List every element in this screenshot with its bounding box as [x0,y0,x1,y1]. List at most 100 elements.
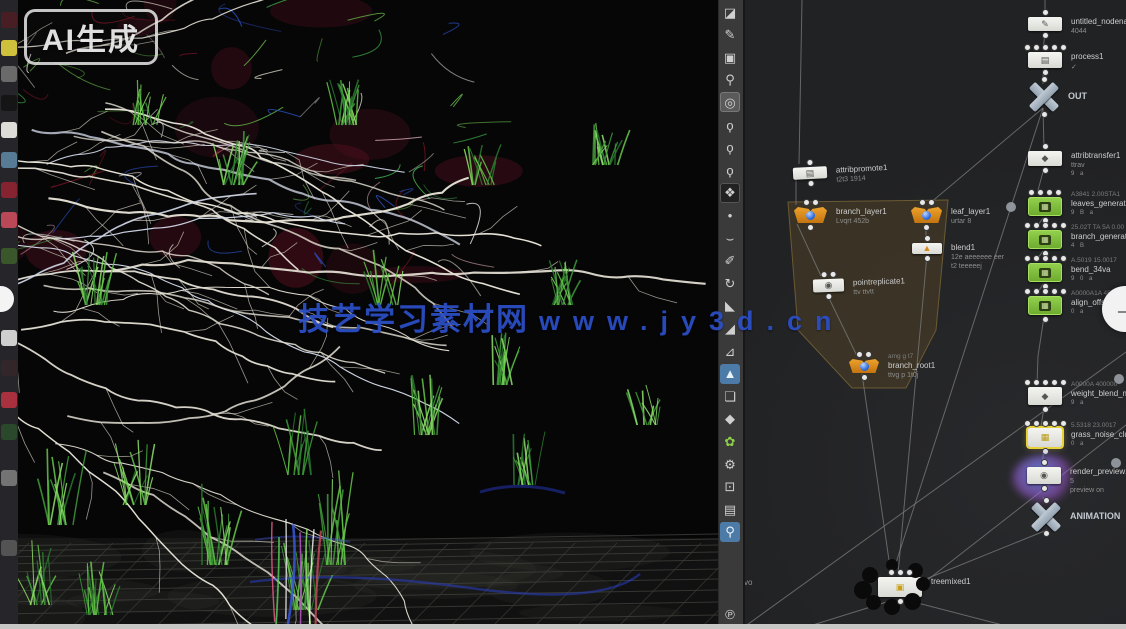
output-connector[interactable] [1044,531,1049,536]
graph-node-r1[interactable]: ✎untitled_nodename14044 [1028,17,1062,31]
output-connector[interactable] [1042,112,1047,117]
input-connector[interactable] [1034,289,1039,294]
shelf-icon[interactable] [1,424,17,440]
input-connector[interactable] [1034,223,1039,228]
input-connector[interactable] [1047,190,1052,195]
output-connector[interactable] [898,599,903,604]
node-body[interactable]: ▦ [1028,197,1062,216]
record-icon[interactable]: ⊡ [720,477,740,497]
input-connector[interactable] [1061,289,1066,294]
node-body[interactable]: ◆ [1028,387,1062,405]
output-connector[interactable] [808,181,813,186]
node-body[interactable]: ▦ [1028,263,1062,282]
input-connector[interactable] [1025,45,1030,50]
output-connector[interactable] [925,256,930,261]
input-connector[interactable] [1025,289,1030,294]
graph-node-r5[interactable]: ◆A0000A 400000weight_blend_mm9 a [1028,387,1062,405]
node-body[interactable]: ▦ [1028,230,1062,249]
node-body[interactable]: ▤ [793,166,828,180]
input-connector[interactable] [1043,10,1048,15]
input-connector[interactable] [898,570,903,575]
input-connector[interactable] [1038,190,1043,195]
graph-node-a[interactable]: ▤attribpromote1t2t3 1914 [793,166,828,180]
shelf-icon[interactable] [1,212,17,228]
input-connector[interactable] [920,200,925,205]
graph-node-rx2[interactable]: ANIMATION [1031,505,1061,529]
graph-node-g4[interactable]: ▦A0000A1A 45align_offset0 a [1028,296,1062,315]
shelf-icon[interactable] [1,248,17,264]
node-body[interactable]: ◉ [813,278,844,292]
input-connector[interactable] [1043,223,1048,228]
input-connector[interactable] [1061,45,1066,50]
snap-icon[interactable]: ◪ [720,2,740,22]
input-connector[interactable] [925,236,930,241]
node-body[interactable]: ◆ [1028,151,1062,166]
node-body[interactable] [849,359,879,373]
input-connector[interactable] [830,272,835,277]
graph-node-or[interactable]: leaf_layer1urtar 8 [911,207,942,223]
shelf-icon[interactable] [1,66,17,82]
node-body[interactable]: ▦ [1028,428,1062,447]
graph-node-b[interactable]: ◉pointreplicate1ttv ttvtt [813,278,844,292]
input-connector[interactable] [1061,421,1066,426]
input-connector[interactable] [813,200,818,205]
input-connector[interactable] [1052,380,1057,385]
input-connector[interactable] [821,272,826,277]
input-connector[interactable] [1025,380,1030,385]
input-connector[interactable] [1034,421,1039,426]
diamond-icon[interactable]: ◆ [720,409,740,429]
edit-pose-icon[interactable]: ✎ [720,25,740,45]
node-body[interactable]: ✎ [1028,17,1062,31]
graph-node-bn[interactable]: ▣treemixed1 [878,577,922,597]
graph-node-r2[interactable]: ▤process1✓ [1028,52,1062,68]
input-connector[interactable] [1025,421,1030,426]
input-connector[interactable] [1052,256,1057,261]
light-2-icon[interactable]: ϙ [720,138,740,158]
output-connector[interactable] [1043,70,1048,75]
input-connector[interactable] [1043,45,1048,50]
graph-node-r4[interactable]: ◆attribtransfer1ttrav9 a [1028,151,1062,166]
output-connector[interactable] [1043,33,1048,38]
graph-node-bl[interactable]: ▲blend112e aeeeeee eert2 teeeeej [912,243,942,254]
point-icon[interactable]: • [720,205,740,225]
graph-node-ol[interactable]: branch_layer1Lvqrt 452b [794,207,827,223]
input-connector[interactable] [866,352,871,357]
output-connector[interactable] [862,375,867,380]
screen-icon[interactable]: ▤ [720,499,740,519]
output-connector[interactable] [808,225,813,230]
input-connector[interactable] [1043,256,1048,261]
node-body[interactable] [911,207,942,223]
pin-handle-icon[interactable]: ⚲ [720,70,740,90]
shelf-icon[interactable] [1,152,17,168]
shelf-icon[interactable] [1,360,17,376]
input-connector[interactable] [1043,421,1048,426]
input-connector[interactable] [857,352,862,357]
shelf-icon[interactable] [1,540,17,556]
bbox-icon[interactable]: ❏ [720,386,740,406]
input-connector[interactable] [1034,45,1039,50]
graph-node-root[interactable]: amg g t7branch_root1ttvg p 1t0j [849,359,879,373]
input-connector[interactable] [907,570,912,575]
measure-icon[interactable]: ⊿ [720,341,740,361]
output-connector[interactable] [1043,449,1048,454]
shelf-icon[interactable] [1,95,17,111]
tool-icon[interactable]: ⚙ [720,454,740,474]
output-connector[interactable] [1043,317,1048,322]
input-connector[interactable] [1052,223,1057,228]
material-icon[interactable]: ❖ [720,183,740,203]
rotate-icon[interactable]: ↻ [720,273,740,293]
graph-node-g1[interactable]: ▦A3841 2.00STA1leaves_generate19 B a [1028,197,1062,216]
output-connector[interactable] [1042,486,1047,491]
shelf-icon[interactable] [1,470,17,486]
input-connector[interactable] [1029,190,1034,195]
curve-icon[interactable]: ⌣ [720,228,740,248]
input-connector[interactable] [807,160,812,165]
input-connector[interactable] [1043,289,1048,294]
input-connector[interactable] [1061,256,1066,261]
input-connector[interactable] [1061,223,1066,228]
input-connector[interactable] [1044,498,1049,503]
flower-icon[interactable]: ✿ [720,431,740,451]
shelf-icon[interactable] [1,122,17,138]
node-body[interactable]: ▲ [912,243,942,254]
node-body[interactable]: ◉ [1027,467,1061,484]
